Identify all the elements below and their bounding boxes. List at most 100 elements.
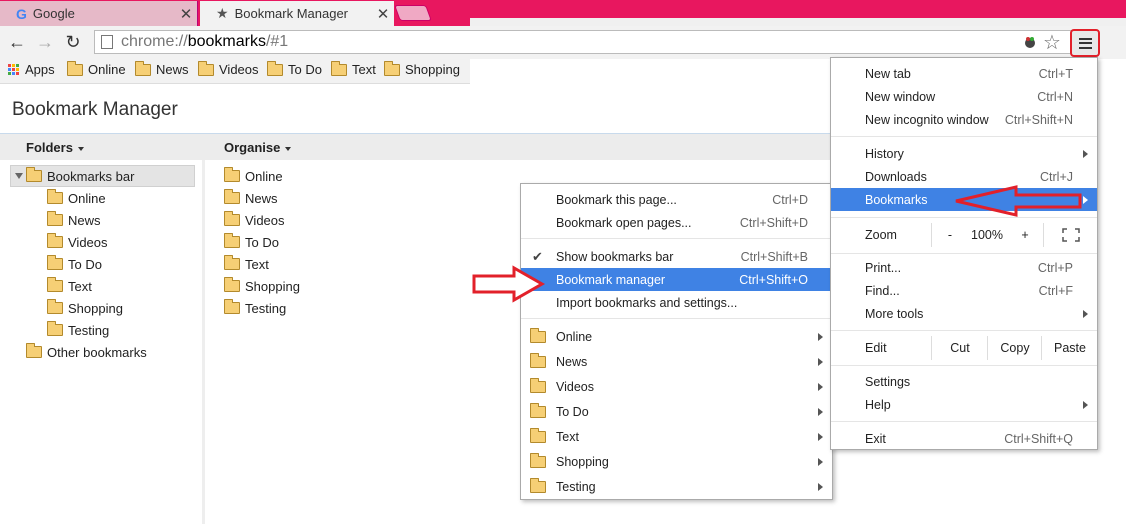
- zoom-in-button[interactable]: +: [1007, 223, 1043, 247]
- list-item[interactable]: Shopping: [224, 275, 300, 297]
- chrome-menu-button[interactable]: [1070, 29, 1100, 57]
- folder-icon: [331, 60, 347, 76]
- address-bar[interactable]: chrome://bookmarks/#1: [94, 30, 1097, 54]
- menu-item-show-bookmarks-bar[interactable]: ✔ Show bookmarks bar Ctrl+Shift+B: [521, 245, 832, 268]
- cut-label: Cut: [950, 341, 970, 355]
- google-g-icon: G: [16, 5, 27, 22]
- folder-icon: [135, 60, 151, 76]
- tree-label: Online: [68, 190, 106, 206]
- edit-label: Edit: [831, 336, 931, 359]
- submenu-folder[interactable]: Videos: [521, 375, 832, 398]
- list-item[interactable]: Online: [224, 165, 283, 187]
- folder-icon: [47, 277, 63, 292]
- menu-separator: [831, 253, 1097, 254]
- list-label: To Do: [245, 234, 279, 250]
- menu-label: Testing: [556, 479, 596, 494]
- menu-item-bookmark-this-page[interactable]: Bookmark this page... Ctrl+D: [521, 188, 832, 211]
- menu-label: Downloads: [865, 169, 927, 184]
- menu-item-exit[interactable]: Exit Ctrl+Shift+Q: [831, 427, 1097, 450]
- chrome-main-menu: New tab Ctrl+T New window Ctrl+N New inc…: [830, 57, 1098, 450]
- menu-item-history[interactable]: History: [831, 142, 1097, 165]
- apps-shortcut[interactable]: Apps: [8, 62, 55, 77]
- menu-item-print[interactable]: Print... Ctrl+P: [831, 256, 1097, 279]
- menu-shortcut: Ctrl+Shift+Q: [1004, 431, 1073, 446]
- list-item[interactable]: Testing: [224, 297, 286, 319]
- expand-triangle-icon[interactable]: [15, 173, 23, 179]
- list-item[interactable]: News: [224, 187, 278, 209]
- copy-label: Copy: [1000, 341, 1030, 355]
- menu-label: New tab: [865, 66, 911, 81]
- extension-icon[interactable]: [1022, 34, 1038, 50]
- cut-button[interactable]: Cut: [931, 336, 988, 360]
- folder-icon: [530, 452, 546, 468]
- copy-button[interactable]: Copy: [987, 336, 1042, 360]
- organise-menu[interactable]: Organise: [224, 140, 292, 155]
- menu-item-import-bookmarks[interactable]: Import bookmarks and settings...: [521, 291, 832, 314]
- submenu-folder[interactable]: Text: [521, 425, 832, 448]
- menu-item-new-incognito-window[interactable]: New incognito window Ctrl+Shift+N: [831, 108, 1097, 131]
- menu-item-help[interactable]: Help: [831, 393, 1097, 416]
- tab-google[interactable]: G Google ✕: [0, 1, 198, 26]
- menu-label: New window: [865, 89, 936, 104]
- menu-shortcut: Ctrl+N: [1037, 89, 1073, 104]
- menu-item-settings[interactable]: Settings: [831, 370, 1097, 393]
- forward-arrow-icon[interactable]: →: [34, 31, 56, 53]
- folder-icon: [530, 402, 546, 418]
- list-item[interactable]: To Do: [224, 231, 279, 253]
- tree-item-bookmarks-bar[interactable]: Bookmarks bar: [10, 165, 195, 187]
- menu-item-new-tab[interactable]: New tab Ctrl+T: [831, 62, 1097, 85]
- menu-item-bookmark-manager[interactable]: Bookmark manager Ctrl+Shift+O: [521, 268, 832, 291]
- folder-icon: [47, 321, 63, 336]
- folder-icon: [530, 377, 546, 393]
- reload-icon[interactable]: ↻: [62, 31, 84, 53]
- close-tab-icon[interactable]: ✕: [175, 5, 197, 23]
- tree-item[interactable]: News: [47, 209, 101, 231]
- menu-separator: [831, 330, 1097, 331]
- tree-item[interactable]: Online: [47, 187, 106, 209]
- menu-label: More tools: [865, 306, 924, 321]
- new-tab-button[interactable]: [394, 5, 432, 21]
- submenu-folder[interactable]: Shopping: [521, 450, 832, 473]
- list-item[interactable]: Text: [224, 253, 269, 275]
- close-tab-icon[interactable]: ✕: [372, 5, 394, 23]
- fullscreen-button[interactable]: [1043, 223, 1098, 247]
- pane-divider[interactable]: [202, 160, 205, 524]
- folder-icon: [530, 352, 546, 368]
- tree-item-other-bookmarks[interactable]: Other bookmarks: [26, 341, 147, 363]
- tree-label: Shopping: [68, 300, 123, 316]
- star-icon: ★: [216, 5, 229, 21]
- tree-item[interactable]: Text: [47, 275, 92, 297]
- tab-bookmark-manager[interactable]: ★ Bookmark Manager ✕: [200, 1, 394, 26]
- bookmark-folder[interactable]: Text: [331, 60, 376, 77]
- folder-icon: [224, 211, 240, 226]
- tab-title: Bookmark Manager: [234, 6, 349, 21]
- submenu-folder[interactable]: To Do: [521, 400, 832, 423]
- submenu-folder[interactable]: Online: [521, 325, 832, 348]
- tree-item[interactable]: Testing: [47, 319, 109, 341]
- submenu-folder[interactable]: Testing: [521, 475, 832, 498]
- paste-button[interactable]: Paste: [1041, 336, 1098, 360]
- folder-icon: [47, 233, 63, 248]
- menu-item-new-window[interactable]: New window Ctrl+N: [831, 85, 1097, 108]
- menu-item-find[interactable]: Find... Ctrl+F: [831, 279, 1097, 302]
- menu-item-bookmark-open-pages[interactable]: Bookmark open pages... Ctrl+Shift+D: [521, 211, 832, 234]
- back-arrow-icon[interactable]: ←: [6, 31, 28, 53]
- submenu-folder[interactable]: News: [521, 350, 832, 373]
- menu-item-more-tools[interactable]: More tools: [831, 302, 1097, 325]
- tree-item[interactable]: Videos: [47, 231, 108, 253]
- menu-shortcut: Ctrl+Shift+D: [739, 215, 808, 230]
- bookmark-folder[interactable]: Videos: [198, 60, 259, 77]
- menu-label: Bookmark open pages...: [556, 215, 692, 230]
- bookmark-folder[interactable]: Online: [67, 60, 126, 77]
- bookmark-folder[interactable]: Shopping: [384, 60, 460, 77]
- bookmark-folder[interactable]: News: [135, 60, 189, 77]
- zoom-out-button[interactable]: -: [931, 223, 968, 247]
- chevron-right-icon: [1083, 401, 1088, 409]
- bookmark-folder[interactable]: To Do: [267, 60, 322, 77]
- folder-icon: [198, 60, 214, 76]
- tree-item[interactable]: Shopping: [47, 297, 123, 319]
- list-item[interactable]: Videos: [224, 209, 285, 231]
- bookmark-star-icon[interactable]: ☆: [1043, 30, 1061, 55]
- tree-item[interactable]: To Do: [47, 253, 102, 275]
- folders-menu[interactable]: Folders: [26, 140, 84, 155]
